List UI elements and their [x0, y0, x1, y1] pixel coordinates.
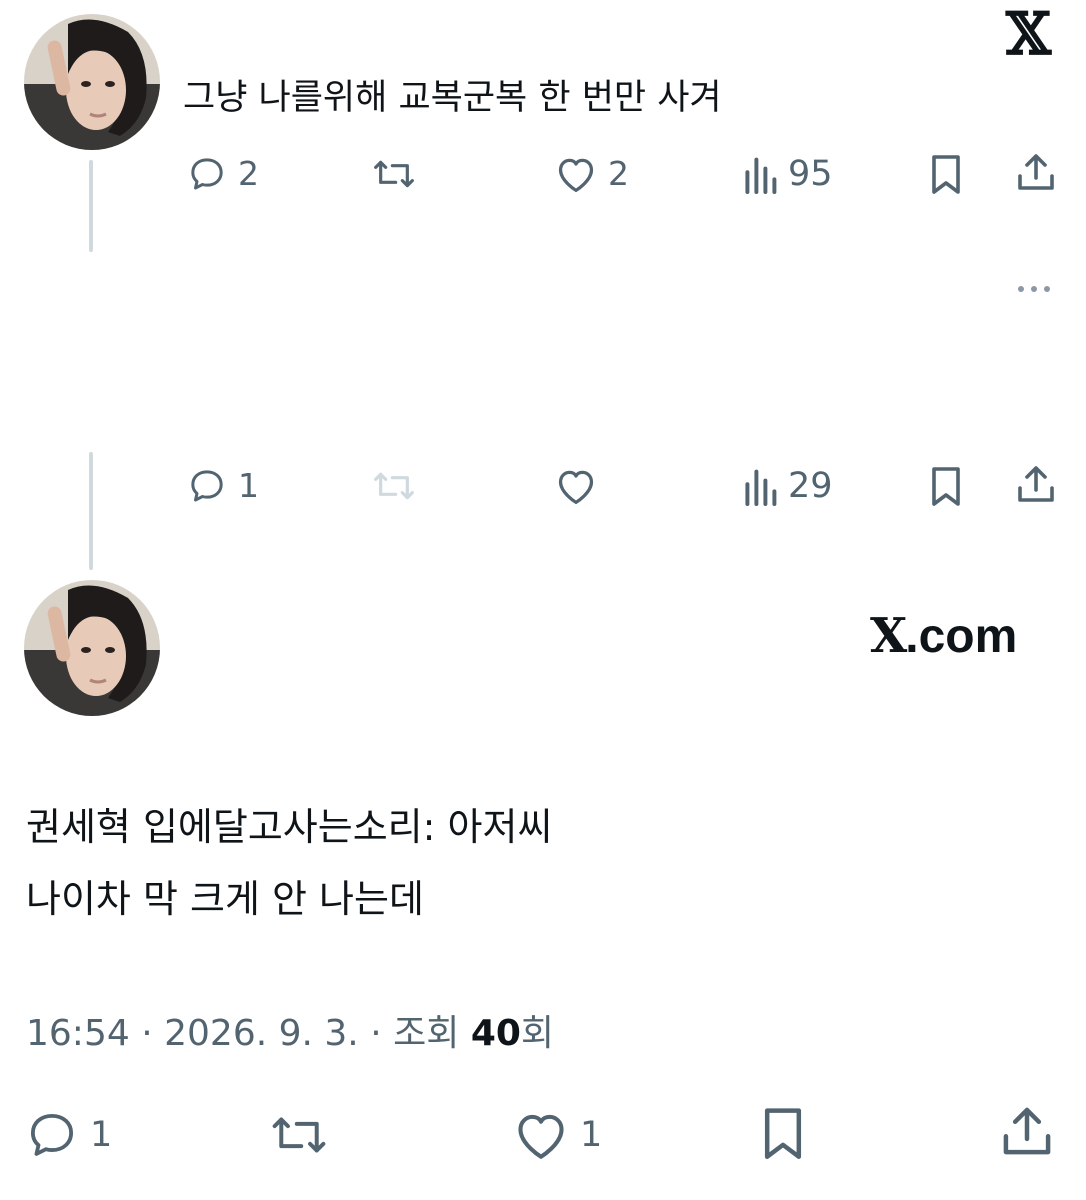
bookmark-icon: [926, 464, 966, 508]
site-suffix: .com: [905, 610, 1018, 663]
like-button[interactable]: 1: [512, 1108, 602, 1162]
heart-icon: [512, 1108, 570, 1162]
bookmark-button[interactable]: [926, 152, 966, 196]
views-count: 40: [470, 1013, 521, 1054]
main-tweet-text-line2: 나이차 막 크게 안 나는데: [26, 877, 424, 921]
views-prefix: 조회: [393, 1013, 471, 1054]
share-button[interactable]: [998, 1102, 1056, 1160]
tweet-text: 그냥 나를위해 교복군복 한 번만 사겨: [183, 78, 722, 118]
repost-icon: [370, 154, 418, 194]
views-button[interactable]: 29: [742, 466, 833, 506]
reply-count: 1: [90, 1115, 113, 1155]
repost-button[interactable]: [268, 1108, 330, 1162]
reply-count: 1: [238, 466, 259, 505]
x-logo-icon: 𝕏: [1006, 0, 1051, 68]
bookmark-button[interactable]: [926, 464, 966, 508]
reply-button[interactable]: 2: [186, 154, 259, 194]
views-count: 29: [788, 466, 833, 506]
thread-line: [89, 452, 93, 570]
bookmark-icon: [926, 152, 966, 196]
repost-icon: [370, 466, 418, 506]
share-button[interactable]: [1014, 150, 1058, 194]
avatar[interactable]: [24, 14, 160, 150]
separator: ·: [141, 1013, 153, 1054]
more-icon[interactable]: [1018, 286, 1050, 292]
like-count: 2: [608, 154, 629, 193]
heart-icon: [554, 154, 598, 194]
tweet-meta: 16:54 · 2026. 9. 3. · 조회 40회: [26, 1012, 554, 1056]
site-watermark: X.com: [870, 608, 1017, 665]
views-suffix: 회: [520, 1013, 555, 1054]
thread-line: [89, 160, 93, 252]
avatar[interactable]: [24, 580, 160, 716]
like-button[interactable]: 2: [554, 154, 629, 194]
repost-button: [370, 466, 418, 506]
tweet-date[interactable]: 2026. 9. 3.: [164, 1013, 359, 1054]
like-button[interactable]: [554, 466, 598, 506]
like-count: 1: [580, 1115, 603, 1155]
reply-icon: [186, 154, 228, 194]
views-count: 95: [788, 154, 833, 194]
views-icon: [742, 466, 778, 506]
bookmark-icon: [756, 1104, 810, 1162]
reply-button[interactable]: 1: [186, 466, 259, 506]
separator: ·: [370, 1013, 382, 1054]
heart-icon: [554, 466, 598, 506]
repost-button[interactable]: [370, 154, 418, 194]
reply-count: 2: [238, 154, 259, 193]
views-icon: [742, 154, 778, 194]
share-icon: [1014, 462, 1058, 506]
reply-icon: [186, 466, 228, 506]
share-icon: [1014, 150, 1058, 194]
reply-icon: [24, 1108, 80, 1162]
repost-icon: [268, 1108, 330, 1162]
x-logo-icon: X: [870, 608, 907, 664]
share-button[interactable]: [1014, 462, 1058, 506]
bookmark-button[interactable]: [756, 1104, 810, 1162]
reply-button[interactable]: 1: [24, 1108, 112, 1162]
views-button[interactable]: 95: [742, 154, 833, 194]
tweet-time[interactable]: 16:54: [26, 1013, 130, 1054]
main-tweet-text-line1: 권세혁 입에달고사는소리: 아저씨: [26, 805, 553, 849]
share-icon: [998, 1102, 1056, 1160]
